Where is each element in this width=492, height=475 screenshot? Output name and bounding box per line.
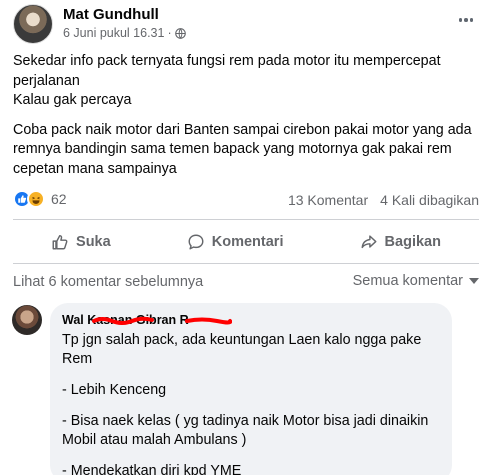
share-icon [361, 235, 377, 249]
share-label: Bagikan [384, 234, 441, 250]
sort-label: Semua komentar [352, 273, 463, 289]
meta-separator: · [167, 26, 172, 40]
chevron-down-icon [469, 278, 479, 284]
comment-line: Tp jgn salah pack, ada keuntungan Laen k… [62, 332, 422, 367]
redaction-scribble [92, 316, 232, 325]
thumbs-up-icon [52, 234, 68, 250]
author-avatar[interactable] [13, 4, 53, 44]
post-paragraph: Sekedar info pack ternyata fungsi rem pa… [13, 53, 441, 89]
reaction-count: 62 [51, 191, 67, 207]
commenter-name[interactable]: Wal Kasnan Gibran R [62, 313, 232, 327]
post-meta: 6 Juni pukul 16.31 · [63, 26, 186, 40]
like-button[interactable]: Suka [51, 226, 111, 258]
commenter-avatar[interactable] [12, 305, 42, 335]
post-paragraph: Coba pack naik motor dari Banten sampai … [13, 121, 472, 177]
share-button[interactable]: Bagikan [360, 226, 441, 258]
divider [13, 263, 479, 264]
comment-count-link[interactable]: 13 Komentar [288, 192, 368, 208]
more-options-button[interactable] [456, 10, 476, 30]
see-previous-comments-link[interactable]: Lihat 6 komentar sebelumnya [13, 274, 203, 290]
comment-button[interactable]: Komentari [187, 226, 284, 258]
reactions-summary[interactable]: 62 [13, 190, 67, 208]
post-timestamp[interactable]: 6 Juni pukul 16.31 [63, 26, 164, 40]
haha-reaction-icon [27, 190, 45, 208]
post-author-name[interactable]: Mat Gundhull [63, 6, 159, 23]
comment-icon [188, 234, 204, 250]
engagement-stats: 13 Komentar 4 Kali dibagikan [288, 192, 479, 208]
comment-text: Tp jgn salah pack, ada keuntungan Laen k… [62, 331, 440, 475]
comment-line: - Bisa naek kelas ( yg tadinya naik Moto… [62, 413, 429, 448]
comment-line: - Lebih Kenceng [62, 382, 167, 398]
comment-bubble: Wal Kasnan Gibran R Tp jgn salah pack, a… [50, 303, 452, 475]
post-action-bar: Suka Komentari Bagikan [13, 226, 479, 258]
share-count-link[interactable]: 4 Kali dibagikan [380, 192, 479, 208]
comment-label: Komentari [211, 234, 284, 250]
more-horizontal-icon [458, 18, 463, 22]
globe-icon [174, 27, 186, 39]
comment-sort-dropdown[interactable]: Semua komentar [353, 273, 479, 289]
like-label: Suka [76, 234, 111, 250]
divider [13, 219, 479, 220]
comment-line: - Mendekatkan diri kpd YME [62, 463, 242, 475]
post-paragraph: Kalau gak percaya [13, 92, 132, 108]
post-body: Sekedar info pack ternyata fungsi rem pa… [13, 52, 481, 189]
